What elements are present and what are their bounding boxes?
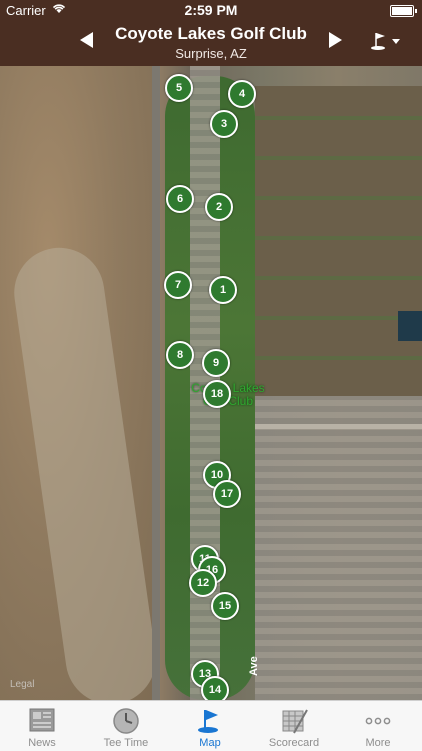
farm-fields [255,86,422,396]
pond [398,311,422,341]
street-label: Ave [248,656,260,676]
hole-pin-9[interactable]: 9 [202,349,230,377]
tab-label: Scorecard [268,737,320,749]
main-road [152,66,160,700]
newspaper-icon [29,708,55,732]
tab-label: News [28,737,56,749]
tab-label: More [365,737,391,749]
hole-pin-8[interactable]: 8 [166,341,194,369]
hole-pin-18[interactable]: 18 [203,380,231,408]
clock-icon [113,708,139,734]
status-bar: Carrier 2:59 PM [0,0,422,20]
golf-flag-icon [371,33,400,50]
battery-icon [390,5,417,17]
hole-pin-15[interactable]: 15 [211,592,239,620]
hole-pin-12[interactable]: 12 [189,569,217,597]
hole-pin-14[interactable]: 14 [201,676,229,700]
legal-link[interactable]: Legal [10,679,34,690]
hole-pin-6[interactable]: 6 [166,185,194,213]
status-time: 2:59 PM [184,2,238,18]
tab-tee-time[interactable]: Tee Time [84,701,168,751]
navigation-header: Carrier 2:59 PM Coyote Lakes Golf Club S… [0,0,422,66]
course-map[interactable]: Coyote Lakes Golf Club 5 4 3 6 2 7 1 8 9… [0,66,422,700]
more-dots-icon [365,717,391,725]
chevron-down-icon [392,39,400,44]
tab-bar: News Tee Time Map Scorecard More [0,700,422,751]
course-title: Coyote Lakes Golf Club [115,24,307,43]
tab-map[interactable]: Map [168,701,252,751]
golf-flag-icon [198,710,218,733]
hole-pin-5[interactable]: 5 [165,74,193,102]
hole-pin-3[interactable]: 3 [210,110,238,138]
tab-label: Tee Time [103,737,149,749]
hole-pin-2[interactable]: 2 [205,193,233,221]
next-course-button[interactable] [329,32,342,48]
cross-road [255,424,422,429]
tab-more[interactable]: More [336,701,420,751]
hole-pin-17[interactable]: 17 [213,480,241,508]
tab-news[interactable]: News [0,701,84,751]
tab-label: Map [199,737,221,749]
hole-pin-7[interactable]: 7 [164,271,192,299]
hole-selector-button[interactable] [370,30,404,52]
scorecard-icon [282,709,308,734]
hole-pin-1[interactable]: 1 [209,276,237,304]
hole-pin-4[interactable]: 4 [228,80,256,108]
course-location: Surprise, AZ [175,46,247,61]
neighborhood [255,396,422,700]
tab-scorecard[interactable]: Scorecard [252,701,336,751]
